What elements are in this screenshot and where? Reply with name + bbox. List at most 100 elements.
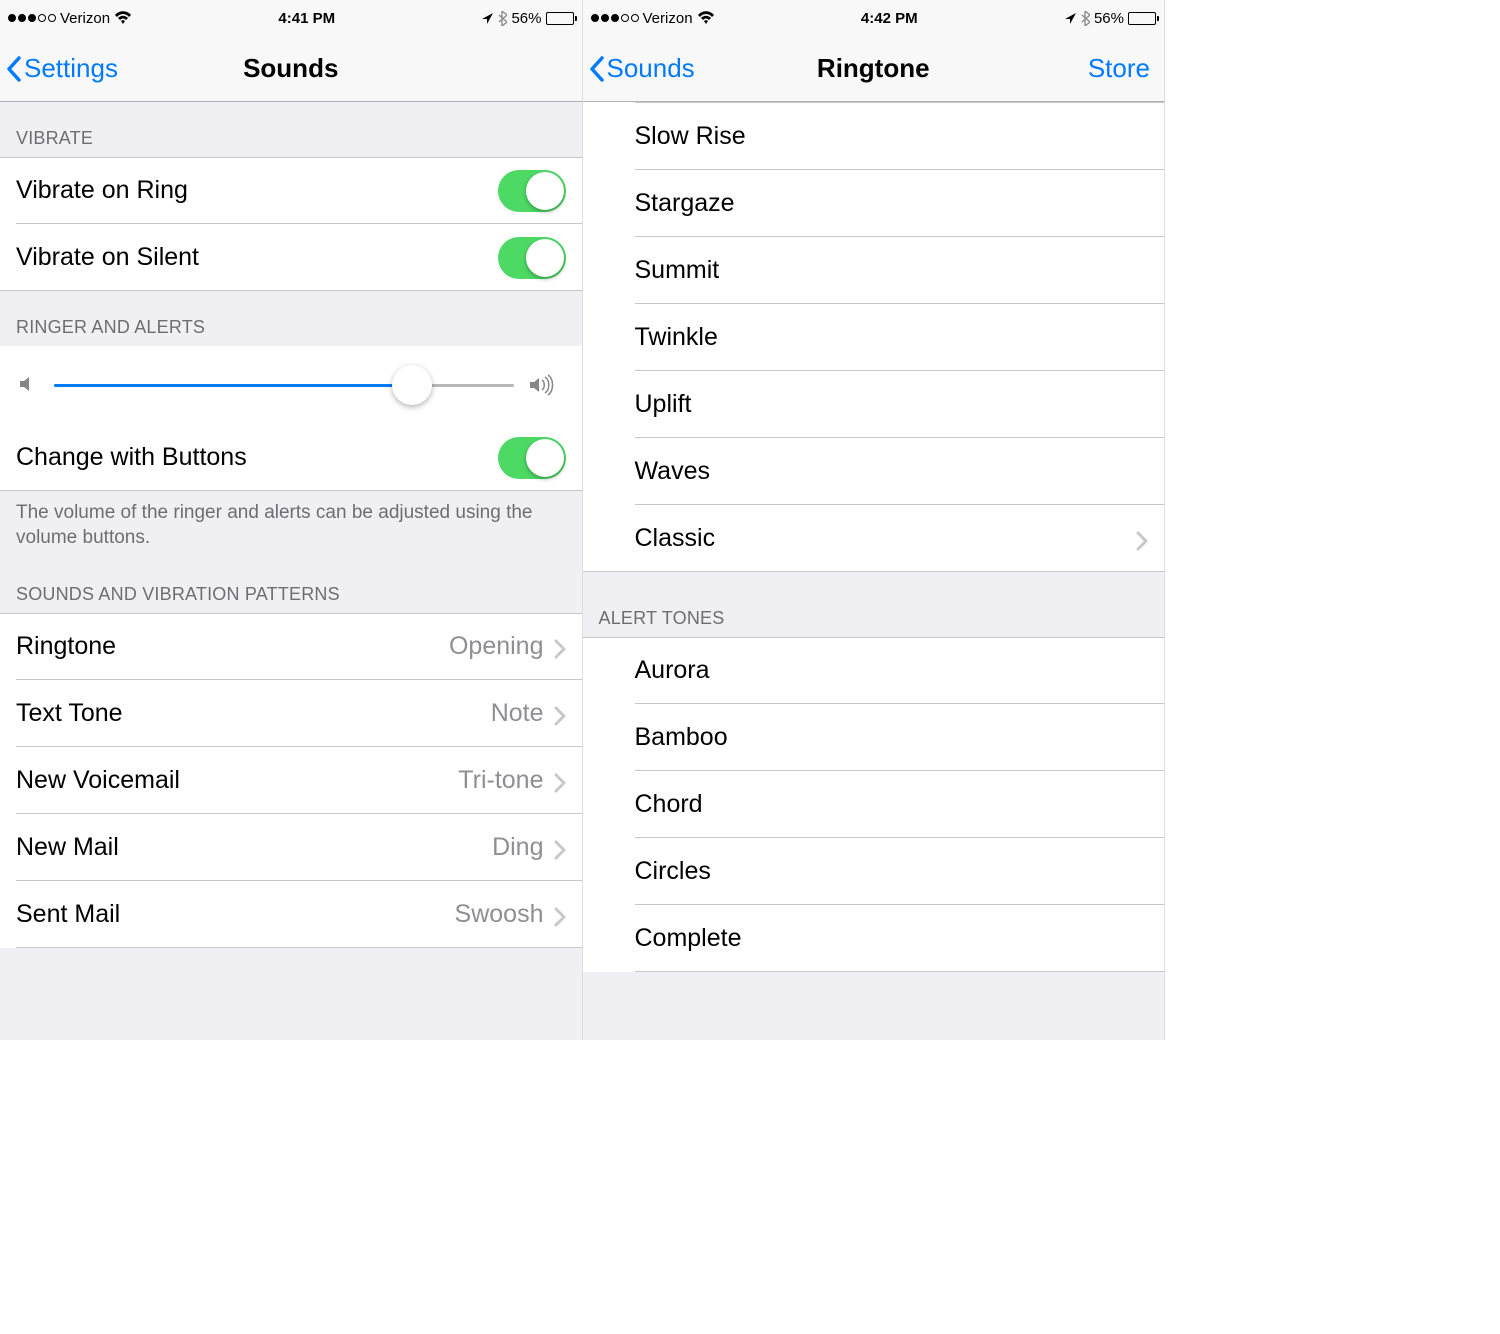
status-left: Verizon: [591, 10, 715, 27]
vibrate-on-ring-label: Vibrate on Ring: [16, 176, 498, 205]
status-bar: Verizon 4:42 PM 56%: [583, 0, 1165, 36]
pattern-value: Tri-tone: [458, 766, 543, 795]
change-with-buttons-label: Change with Buttons: [16, 443, 498, 472]
pattern-row[interactable]: RingtoneOpening: [0, 613, 582, 680]
alert-tone-label: Chord: [635, 790, 1149, 819]
ringtone-row[interactable]: Summit: [583, 237, 1165, 304]
volume-slider-row[interactable]: [0, 346, 582, 424]
chevron-left-icon: [6, 56, 22, 82]
pattern-label: Text Tone: [16, 699, 491, 728]
alert-tone-label: Complete: [635, 924, 1149, 953]
chevron-right-icon: [554, 771, 566, 791]
ringer-group: Change with Buttons: [0, 346, 582, 491]
chevron-right-icon: [554, 637, 566, 657]
location-icon: [481, 12, 494, 25]
classic-label: Classic: [635, 524, 1137, 553]
speaker-high-icon: [528, 374, 550, 396]
speaker-low-icon: [18, 374, 40, 396]
carrier-label: Verizon: [60, 10, 110, 27]
store-button[interactable]: Store: [1088, 36, 1150, 101]
ringtone-row[interactable]: Waves: [583, 438, 1165, 505]
alert-tone-row[interactable]: Complete: [583, 905, 1165, 972]
ringtone-label: Uplift: [635, 390, 1149, 419]
status-time: 4:41 PM: [278, 10, 335, 27]
battery-pct-label: 56%: [1094, 10, 1124, 27]
ringtone-row[interactable]: Uplift: [583, 371, 1165, 438]
pattern-row[interactable]: Sent MailSwoosh: [0, 881, 582, 948]
ringtone-label: Twinkle: [635, 323, 1149, 352]
pattern-value: Ding: [492, 833, 543, 862]
pattern-label: New Mail: [16, 833, 492, 862]
vibrate-on-ring-toggle[interactable]: [498, 170, 566, 212]
pattern-value: Note: [491, 699, 544, 728]
status-bar: Verizon 4:41 PM 56%: [0, 0, 582, 36]
signal-strength-icon: [591, 14, 639, 22]
section-header-vibrate: Vibrate: [0, 102, 582, 157]
status-time: 4:42 PM: [861, 10, 918, 27]
vibrate-on-ring-row[interactable]: Vibrate on Ring: [0, 157, 582, 224]
back-label: Sounds: [607, 53, 695, 84]
wifi-icon: [697, 11, 715, 25]
ringtone-row[interactable]: Stargaze: [583, 170, 1165, 237]
volume-slider-thumb[interactable]: [392, 365, 432, 405]
status-right: 56%: [481, 10, 573, 27]
pattern-row[interactable]: Text ToneNote: [0, 680, 582, 747]
battery-icon: [1128, 12, 1156, 25]
sounds-settings-screen: Verizon 4:41 PM 56% Settings Sounds V: [0, 0, 583, 1040]
ringtone-label: Summit: [635, 256, 1149, 285]
ringtone-screen: Verizon 4:42 PM 56% Sounds Ringtone St: [583, 0, 1166, 1040]
signal-strength-icon: [8, 14, 56, 22]
bluetooth-icon: [1081, 11, 1090, 26]
ringtone-row[interactable]: Slow Rise: [583, 103, 1165, 170]
change-with-buttons-toggle[interactable]: [498, 437, 566, 479]
back-label: Settings: [24, 53, 118, 84]
chevron-right-icon: [554, 704, 566, 724]
alert-tone-row[interactable]: Bamboo: [583, 704, 1165, 771]
pattern-value: Opening: [449, 632, 544, 661]
change-with-buttons-row[interactable]: Change with Buttons: [0, 424, 582, 491]
pattern-row[interactable]: New MailDing: [0, 814, 582, 881]
back-button[interactable]: Sounds: [589, 36, 695, 101]
patterns-group: RingtoneOpeningText ToneNoteNew Voicemai…: [0, 613, 582, 948]
section-header-patterns: Sounds and Vibration Patterns: [0, 566, 582, 613]
back-button[interactable]: Settings: [6, 36, 118, 101]
page-title: Sounds: [243, 53, 338, 84]
ringer-footer: The volume of the ringer and alerts can …: [0, 491, 582, 566]
pattern-label: New Voicemail: [16, 766, 458, 795]
pattern-label: Sent Mail: [16, 900, 455, 929]
nav-header: Settings Sounds: [0, 36, 582, 102]
vibrate-on-silent-row[interactable]: Vibrate on Silent: [0, 224, 582, 291]
vibrate-on-silent-toggle[interactable]: [498, 237, 566, 279]
pattern-label: Ringtone: [16, 632, 449, 661]
store-label: Store: [1088, 53, 1150, 84]
bluetooth-icon: [498, 11, 507, 26]
vibrate-on-silent-label: Vibrate on Silent: [16, 243, 498, 272]
volume-slider[interactable]: [54, 384, 514, 387]
alert-tones-group: Aurora Bamboo Chord Circles Complete: [583, 637, 1165, 972]
ringtone-label: Stargaze: [635, 189, 1149, 218]
battery-icon: [546, 12, 574, 25]
alert-tone-row[interactable]: Circles: [583, 838, 1165, 905]
pattern-value: Swoosh: [455, 900, 544, 929]
status-left: Verizon: [8, 10, 132, 27]
page-title: Ringtone: [817, 53, 930, 84]
section-header-ringer: Ringer and Alerts: [0, 291, 582, 346]
chevron-right-icon: [554, 905, 566, 925]
alert-tone-row[interactable]: Aurora: [583, 637, 1165, 704]
ringtone-row[interactable]: Twinkle: [583, 304, 1165, 371]
chevron-right-icon: [1136, 529, 1148, 549]
alert-tone-label: Aurora: [635, 656, 1149, 685]
ringtone-label: Waves: [635, 457, 1149, 486]
alert-tone-label: Circles: [635, 857, 1149, 886]
status-right: 56%: [1064, 10, 1156, 27]
vibrate-group: Vibrate on Ring Vibrate on Silent: [0, 157, 582, 291]
alert-tone-row[interactable]: Chord: [583, 771, 1165, 838]
section-header-alert-tones: Alert Tones: [583, 572, 1165, 637]
pattern-row[interactable]: New VoicemailTri-tone: [0, 747, 582, 814]
wifi-icon: [114, 11, 132, 25]
ringtone-label: Slow Rise: [635, 122, 1149, 151]
classic-row[interactable]: Classic: [583, 505, 1165, 572]
carrier-label: Verizon: [643, 10, 693, 27]
battery-pct-label: 56%: [511, 10, 541, 27]
nav-header: Sounds Ringtone Store: [583, 36, 1165, 102]
